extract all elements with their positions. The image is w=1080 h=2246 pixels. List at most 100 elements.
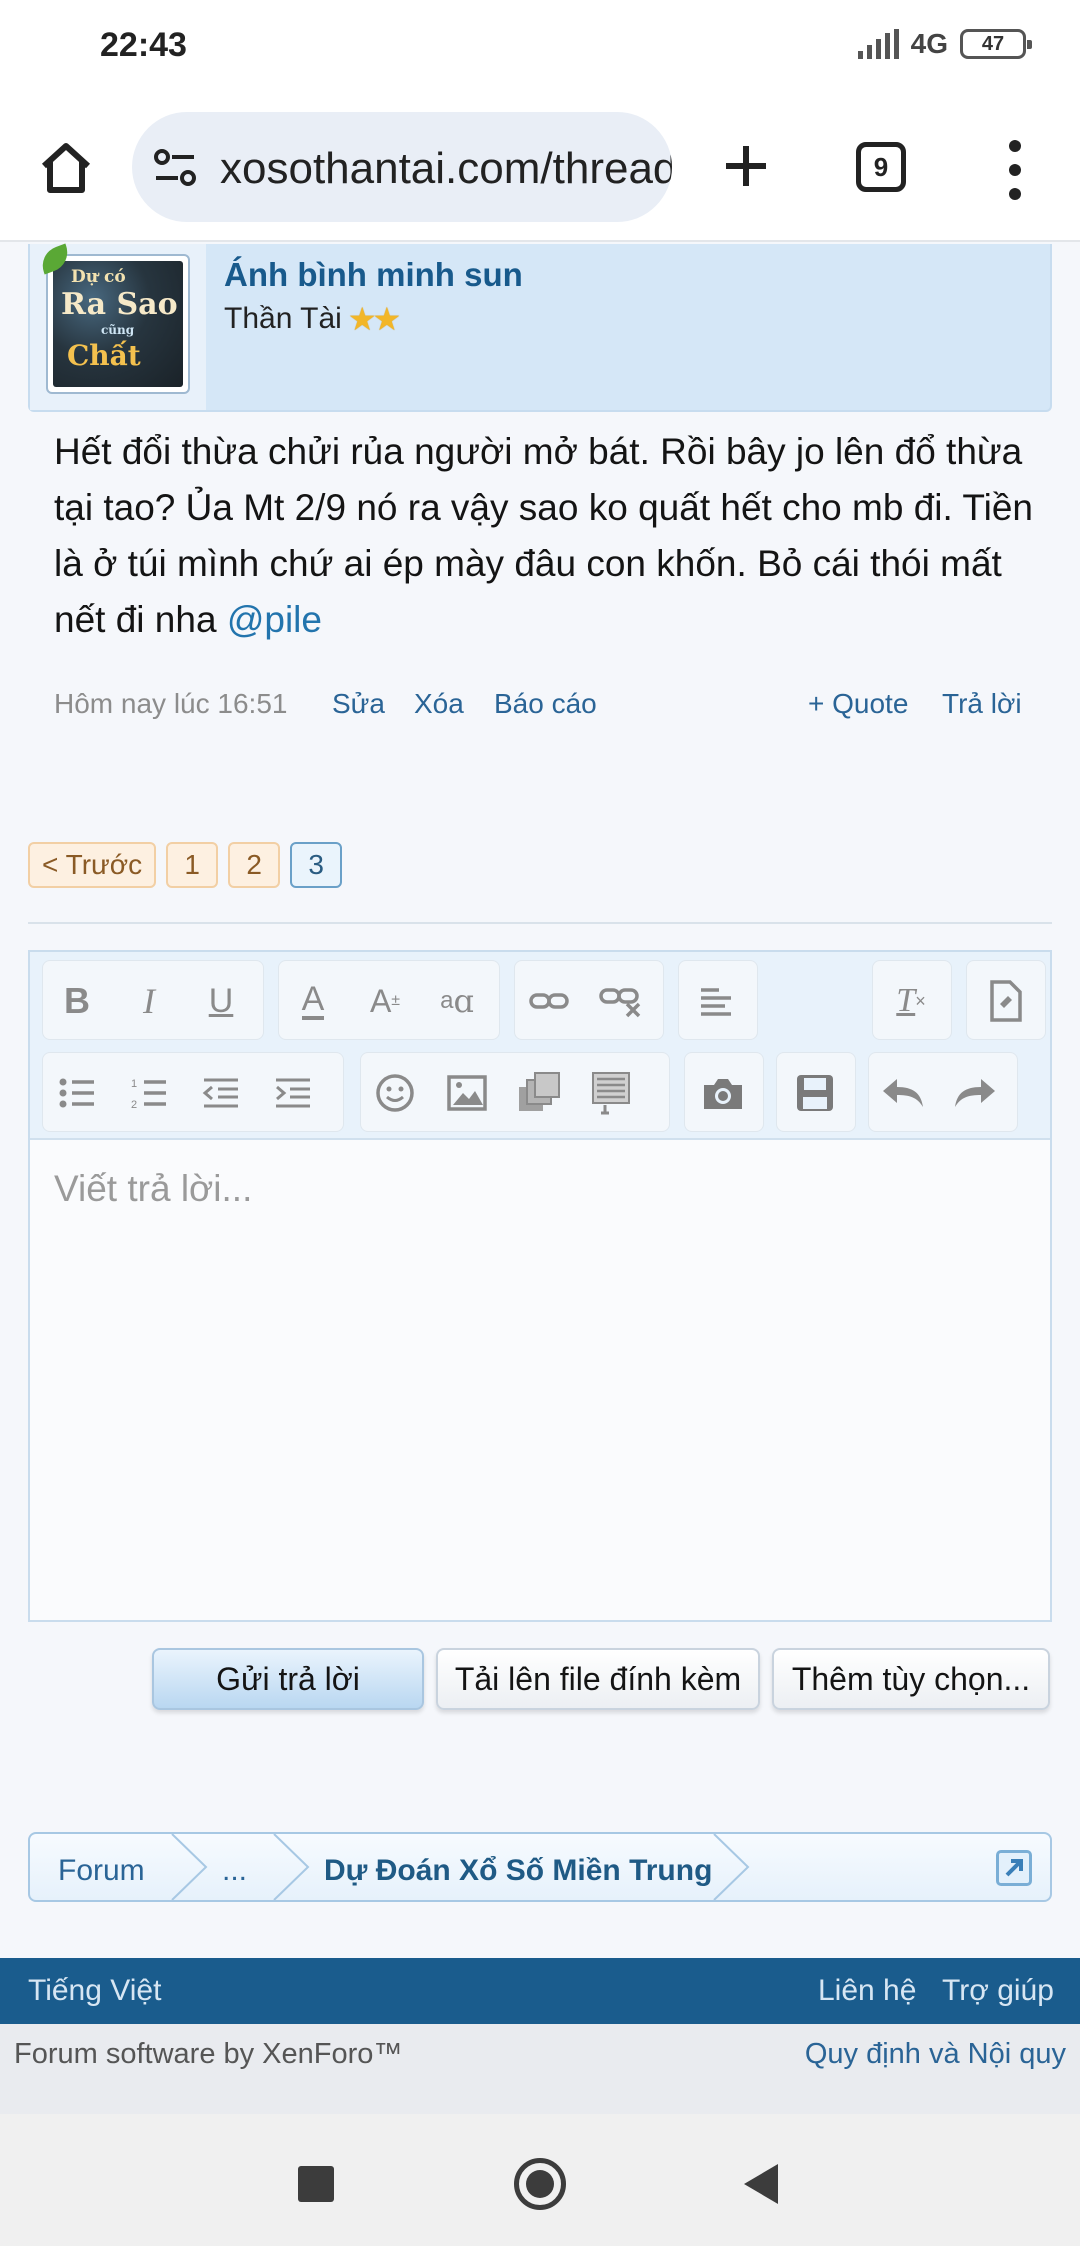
browser-toolbar: xosothantai.com/threads/ 9: [0, 96, 1080, 242]
rules-link[interactable]: Quy định và Nội quy: [805, 2038, 1066, 2071]
tool-group-history: [868, 1052, 1018, 1132]
outdent-icon[interactable]: [193, 1065, 249, 1121]
page-button-current[interactable]: 3: [290, 842, 343, 888]
user-mention[interactable]: @pile: [227, 599, 322, 640]
avatar[interactable]: Dự có Ra Sao cũng Chất: [46, 254, 190, 394]
font-family-icon[interactable]: aɑ: [429, 973, 485, 1029]
reply-editor: B I U A A ± aɑ T × 1 2 Viết trả lời...: [28, 950, 1052, 1622]
tool-group-camera: [684, 1052, 764, 1132]
status-bar: 22:43 4G 47: [0, 0, 1080, 96]
breadcrumb-current[interactable]: Dự Đoán Xổ Số Miền Trung: [324, 1854, 712, 1888]
switch-mode-icon[interactable]: [977, 973, 1033, 1029]
tabs-icon[interactable]: 9: [856, 142, 906, 192]
submit-reply-button[interactable]: Gửi trả lời: [152, 1648, 424, 1710]
post-user-header: Dự có Ra Sao cũng Chất Ánh bình minh sun…: [28, 243, 1052, 412]
report-link[interactable]: Báo cáo: [494, 688, 597, 720]
remove-format-icon[interactable]: T ×: [883, 973, 939, 1029]
tool-group-font: A A ± aɑ: [278, 960, 500, 1040]
more-menu-icon[interactable]: [990, 132, 1040, 208]
editor-toolbar: B I U A A ± aɑ T × 1 2: [30, 952, 1050, 1140]
post-timestamp[interactable]: Hôm nay lúc 16:51: [54, 688, 287, 720]
tool-group-link: [514, 960, 664, 1040]
numbered-list-icon[interactable]: 12: [121, 1065, 177, 1121]
battery-icon: 47: [960, 29, 1032, 59]
avatar-image: Dự có Ra Sao cũng Chất: [53, 261, 183, 387]
contact-link[interactable]: Liên hệ: [818, 1974, 916, 2008]
italic-icon[interactable]: I: [121, 973, 177, 1029]
tool-group-format: T ×: [872, 960, 952, 1040]
avatar-word: Ra Sao: [61, 287, 178, 322]
bullet-list-icon[interactable]: [49, 1065, 105, 1121]
image-icon[interactable]: [439, 1065, 495, 1121]
reply-link[interactable]: Trả lời: [942, 688, 1022, 720]
divider: [28, 922, 1052, 924]
tool-group-draft: [776, 1052, 856, 1132]
tool-group-align: [678, 960, 758, 1040]
undo-icon[interactable]: [875, 1065, 931, 1121]
quote-block-icon[interactable]: [583, 1065, 639, 1121]
language-chooser[interactable]: Tiếng Việt: [28, 1974, 161, 2008]
battery-level: 47: [981, 32, 1005, 55]
recents-icon[interactable]: [298, 2166, 334, 2202]
status-time: 22:43: [100, 26, 187, 64]
font-size-icon[interactable]: A ±: [357, 973, 413, 1029]
signal-icon: [857, 29, 899, 59]
reply-textarea[interactable]: Viết trả lời...: [54, 1168, 252, 1210]
new-tab-icon[interactable]: [708, 128, 784, 204]
breadcrumb: Forum ... Dự Đoán Xổ Số Miền Trung: [28, 1832, 1052, 1902]
pagination: < Trước 1 2 3: [28, 842, 343, 888]
tab-count: 9: [873, 151, 889, 182]
page-button-1[interactable]: 1: [166, 842, 219, 888]
jump-menu-icon[interactable]: [996, 1850, 1032, 1886]
post-meta: Hôm nay lúc 16:51 Sửa Xóa Báo cáo + Quot…: [54, 688, 1030, 724]
help-link[interactable]: Trợ giúp: [942, 1974, 1054, 2008]
more-options-button[interactable]: Thêm tùy chọn...: [772, 1648, 1050, 1710]
url-text[interactable]: xosothantai.com/threads/: [220, 144, 672, 194]
svg-text:2: 2: [131, 1099, 137, 1110]
tool-group-mode: [966, 960, 1046, 1040]
redo-icon[interactable]: [947, 1065, 1003, 1121]
site-settings-icon[interactable]: [152, 146, 200, 195]
delete-link[interactable]: Xóa: [414, 688, 464, 720]
unlink-icon[interactable]: [593, 973, 649, 1029]
bold-icon[interactable]: B: [49, 973, 105, 1029]
media-icon[interactable]: [511, 1065, 567, 1121]
link-icon[interactable]: [521, 973, 577, 1029]
home-button-icon[interactable]: [514, 2158, 566, 2210]
prev-page-button[interactable]: < Trước: [28, 842, 157, 888]
breadcrumb-forum[interactable]: Forum: [58, 1854, 145, 1888]
home-icon[interactable]: [30, 132, 102, 204]
tool-group-insert: [360, 1052, 670, 1132]
post-content: Hết đổi thừa chửi rủa người mở bát. Rồi …: [54, 424, 1044, 648]
save-draft-icon[interactable]: [787, 1065, 843, 1121]
rank-stars-icon: ★★: [347, 301, 401, 337]
tool-group-text-style: B I U: [42, 960, 264, 1040]
breadcrumb-ellipsis[interactable]: ...: [222, 1854, 247, 1888]
avatar-word: Chất: [67, 339, 141, 372]
align-left-icon[interactable]: [689, 973, 745, 1029]
indent-icon[interactable]: [265, 1065, 321, 1121]
breadcrumb-separator-icon: [171, 1833, 208, 1901]
system-navigation-bar: [0, 2114, 1080, 2246]
author-name[interactable]: Ánh bình minh sun: [224, 256, 523, 294]
post-text: Hết đổi thừa chửi rủa người mở bát. Rồi …: [54, 431, 1034, 640]
page-button-2[interactable]: 2: [228, 842, 281, 888]
author-rank: Thần Tài ★★: [224, 300, 401, 338]
footer-copyright: Forum software by XenForo™ Quy định và N…: [0, 2024, 1080, 2114]
smilie-icon[interactable]: [367, 1065, 423, 1121]
svg-text:1: 1: [131, 1078, 137, 1090]
rank-title: Thần Tài: [224, 302, 342, 335]
upload-attachment-button[interactable]: Tải lên file đính kèm: [436, 1648, 760, 1710]
tool-group-lists: 12: [42, 1052, 344, 1132]
address-bar[interactable]: xosothantai.com/threads/: [132, 112, 672, 222]
edit-link[interactable]: Sửa: [332, 688, 385, 720]
avatar-word: cũng: [101, 323, 135, 337]
back-icon[interactable]: [744, 2164, 778, 2204]
underline-icon[interactable]: U: [193, 973, 249, 1029]
font-color-icon[interactable]: A: [285, 973, 341, 1029]
network-type: 4G: [910, 28, 948, 59]
camera-icon[interactable]: [695, 1065, 751, 1121]
quote-link[interactable]: + Quote: [808, 688, 908, 720]
software-credit[interactable]: Forum software by XenForo™: [14, 2038, 402, 2071]
breadcrumb-separator-icon: [713, 1833, 750, 1901]
